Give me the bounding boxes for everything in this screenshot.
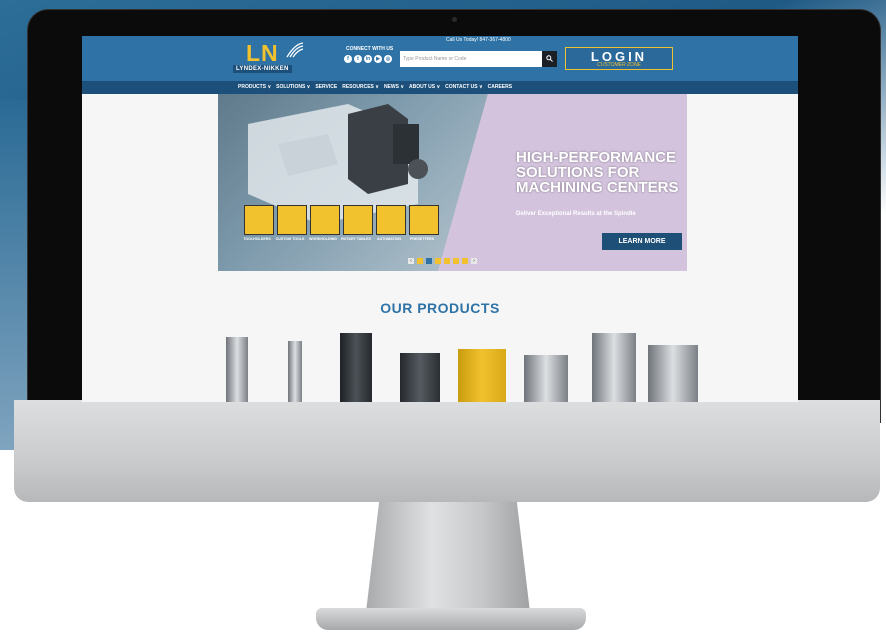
slider-dot[interactable]	[462, 258, 468, 264]
prev-slide-icon[interactable]: ‹	[408, 258, 414, 264]
connect-label: CONNECT WITH US	[346, 46, 394, 52]
nav-item-solutions[interactable]: SOLUTIONS ∨	[276, 84, 310, 90]
search-icon	[546, 55, 553, 62]
learn-more-button[interactable]: LEARN MORE	[602, 233, 682, 250]
website-screen: LN LYNDEX-NIKKEN CONNECT WITH US f t in …	[82, 36, 798, 402]
tile-toolholders[interactable]	[244, 205, 274, 235]
our-products-title: OUR PRODUCTS	[380, 300, 500, 316]
nav-item-news[interactable]: NEWS ∨	[384, 84, 404, 90]
login-sub-label: CUSTOMER ZONE	[597, 62, 641, 68]
site-header: LN LYNDEX-NIKKEN CONNECT WITH US f t in …	[82, 36, 798, 81]
slider-dot[interactable]	[444, 258, 450, 264]
slider-dot-active[interactable]	[426, 258, 432, 264]
login-button[interactable]: LOGIN CUSTOMER ZONE	[565, 47, 673, 70]
logo-text: LYNDEX-NIKKEN	[233, 65, 292, 73]
monitor-base	[316, 608, 586, 630]
hero-banner: TOOLHOLDERS CUSTOM TOOLS WORKHOLDING ROT…	[218, 94, 687, 271]
product-angle-head[interactable]	[340, 333, 372, 402]
tile-label: CUSTOM TOOLS	[275, 237, 305, 241]
logo[interactable]: LN	[246, 40, 279, 67]
tile-automation[interactable]	[376, 205, 406, 235]
main-nav: PRODUCTS ∨ SOLUTIONS ∨ SERVICE RESOURCES…	[82, 81, 798, 94]
monitor-stand	[366, 502, 530, 612]
tile-label: AUTOMATION	[376, 237, 402, 241]
nav-item-resources[interactable]: RESOURCES ∨	[342, 84, 379, 90]
tile-label: TOOLHOLDERS	[243, 237, 271, 241]
social-icons: f t in ▶ ◎	[344, 55, 392, 63]
product-rotary-table[interactable]	[458, 349, 506, 402]
tile-workholding[interactable]	[310, 205, 340, 235]
next-slide-icon[interactable]: ›	[471, 258, 477, 264]
slider-dot[interactable]	[435, 258, 441, 264]
nav-item-contact[interactable]: CONTACT US ∨	[445, 84, 482, 90]
tile-custom-tools[interactable]	[277, 205, 307, 235]
tile-rotary-tables[interactable]	[343, 205, 373, 235]
product-toolholder[interactable]	[226, 337, 248, 402]
tile-label: PRESETTERS	[410, 237, 434, 241]
product-row	[222, 333, 702, 402]
product-right-angle-head[interactable]	[400, 353, 440, 402]
slider-dot[interactable]	[417, 258, 423, 264]
product-vise[interactable]	[524, 355, 568, 402]
logo-swirl-icon	[286, 42, 304, 58]
nav-item-service[interactable]: SERVICE	[315, 84, 337, 90]
product-collet-chuck[interactable]	[288, 341, 302, 402]
search-button[interactable]	[542, 51, 557, 67]
twitter-icon[interactable]: t	[354, 55, 362, 63]
youtube-icon[interactable]: ▶	[374, 55, 382, 63]
slider-controls: ‹ ›	[408, 258, 477, 264]
hero-headline: HIGH-PERFORMANCE SOLUTIONS FOR MACHINING…	[516, 149, 679, 196]
tile-label: WORKHOLDING	[309, 237, 337, 241]
nav-item-about[interactable]: ABOUT US ∨	[409, 84, 440, 90]
facebook-icon[interactable]: f	[344, 55, 352, 63]
tile-label: ROTARY TABLES	[341, 237, 371, 241]
monitor-chin	[14, 400, 880, 502]
camera-icon	[452, 17, 457, 22]
nav-item-products[interactable]: PRODUCTS ∨	[238, 84, 271, 90]
nav-item-careers[interactable]: CAREERS	[488, 84, 512, 90]
call-text[interactable]: Call Us Today! 847-367-4800	[446, 37, 511, 43]
slider-dot[interactable]	[453, 258, 459, 264]
linkedin-icon[interactable]: in	[364, 55, 372, 63]
tile-labels: TOOLHOLDERS CUSTOM TOOLS WORKHOLDING ROT…	[242, 237, 437, 241]
product-presetter[interactable]	[592, 333, 636, 402]
hero-subheadline: Deliver Exceptional Results at the Spind…	[516, 211, 636, 217]
tile-presetters[interactable]	[409, 205, 439, 235]
category-tiles	[244, 205, 439, 235]
search-input[interactable]	[400, 51, 542, 67]
instagram-icon[interactable]: ◎	[384, 55, 392, 63]
product-accessories[interactable]	[648, 345, 698, 402]
